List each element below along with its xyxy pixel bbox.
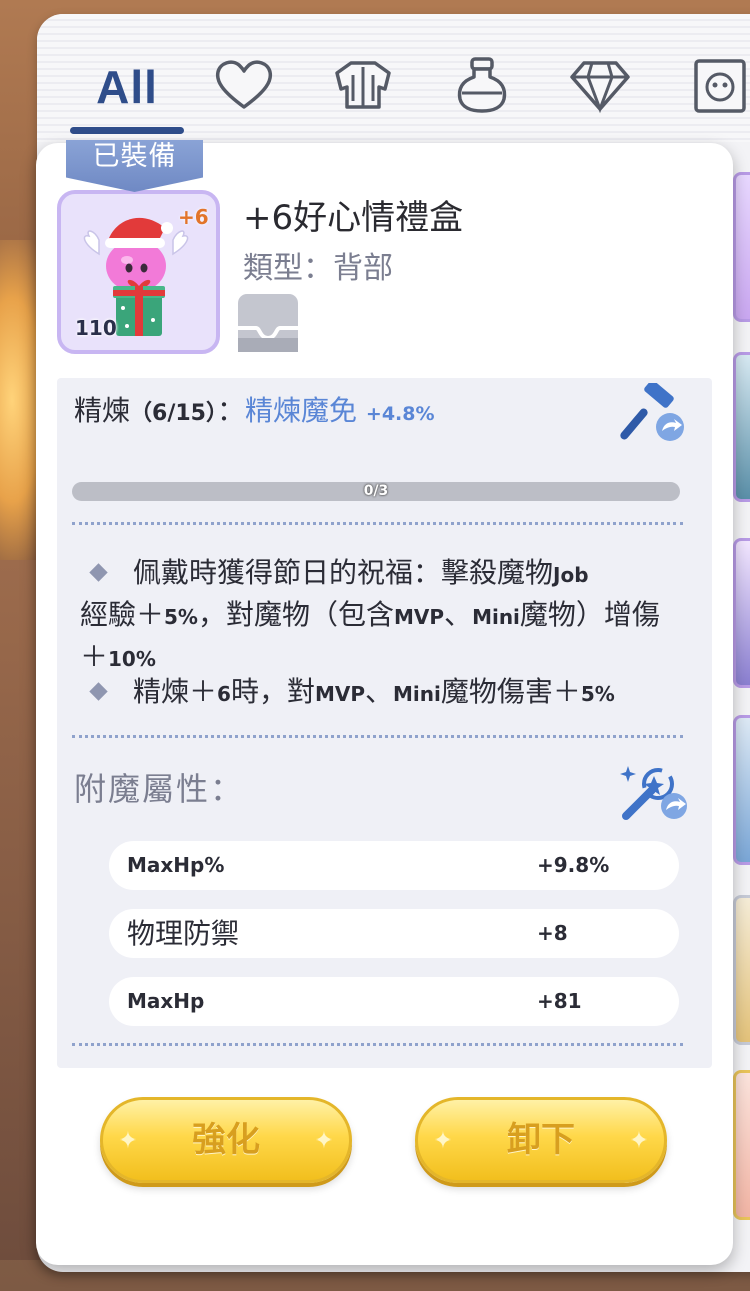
item-name: +6好心情禮盒: [243, 198, 464, 238]
enchant-attribute-value: +81: [537, 989, 582, 1013]
enhance-button[interactable]: ✦ 強化 ✦: [100, 1097, 352, 1183]
bullet-diamond-icon: [89, 562, 108, 582]
refine-stat-name: 精煉魔免: [245, 394, 358, 427]
inventory-slot[interactable]: [733, 715, 750, 865]
refine-colon: ：: [216, 394, 245, 427]
card-icon[interactable]: [690, 55, 750, 115]
effect-text: Mini: [393, 682, 441, 706]
hammer-icon[interactable]: [618, 380, 688, 445]
enhance-button-label: 強化: [192, 1120, 260, 1160]
sparkle-icon: ✦: [314, 1128, 334, 1153]
effect-line-1: 佩戴時獲得節日的祝福：擊殺魔物Job 經驗＋5%，對魔物（包含MVP、Mini魔…: [80, 553, 680, 679]
bullet-diamond-icon: [89, 681, 108, 701]
effect-text: 5%: [164, 605, 198, 629]
refine-label: 精煉: [74, 394, 131, 427]
inventory-slot[interactable]: [733, 1070, 750, 1220]
inventory-slot[interactable]: [733, 895, 750, 1045]
inventory-slot[interactable]: [733, 352, 750, 502]
refine-count: （6/15）: [130, 401, 217, 426]
effect-text: 經驗＋: [80, 598, 165, 631]
inventory-slot[interactable]: [733, 172, 750, 322]
effect-text: 佩戴時獲得節日的祝福：擊殺魔物: [133, 556, 554, 589]
armor-icon[interactable]: [331, 55, 395, 115]
tab-all-underline: [70, 127, 184, 134]
diamond-icon[interactable]: [568, 55, 632, 115]
divider: [72, 1043, 683, 1046]
enchant-attribute-value: +8: [537, 921, 568, 945]
enchant-attribute-row: MaxHp +81: [109, 977, 679, 1026]
unequip-button-label: 卸下: [507, 1120, 575, 1160]
refine-stat-bonus: +4.8%: [365, 403, 435, 425]
item-refine-badge: +6: [178, 205, 209, 229]
effect-text: 精煉＋: [133, 675, 218, 708]
divider: [72, 735, 683, 738]
unequip-button[interactable]: ✦ 卸下 ✦: [415, 1097, 667, 1183]
effect-text: 5%: [580, 682, 615, 706]
refine-progress-bar: 0/3: [72, 482, 680, 501]
heart-icon[interactable]: [212, 55, 276, 115]
enchant-label: 附魔屬性：: [74, 770, 245, 808]
effect-text: MVP: [314, 682, 365, 706]
effect-text: 6: [217, 682, 231, 706]
enchant-attribute-name: MaxHp: [127, 989, 205, 1013]
enchant-attribute-value: +9.8%: [537, 853, 610, 877]
effect-text: 、: [444, 598, 473, 631]
effect-text: 10%: [108, 647, 156, 671]
enchant-wand-icon[interactable]: [618, 760, 690, 824]
effect-text: 魔物傷害＋: [440, 675, 581, 708]
refine-info: 精煉（6/15）：精煉魔免 +4.8%: [74, 389, 435, 429]
effect-line-2: 精煉＋6時，對MVP、Mini魔物傷害＋5%: [80, 672, 680, 714]
effect-text: 時，對: [230, 675, 315, 708]
effect-text: 、: [365, 675, 394, 708]
enchant-attribute-row: 物理防禦 +8: [109, 909, 679, 958]
effect-text: ，對魔物（包含: [197, 598, 394, 631]
refine-progress-text: 0/3: [363, 483, 389, 499]
potion-icon[interactable]: [450, 55, 514, 115]
divider: [72, 522, 683, 525]
sparkle-icon: ✦: [433, 1128, 453, 1153]
sparkle-icon: ✦: [629, 1128, 649, 1153]
empty-card-slot-icon[interactable]: [238, 294, 298, 352]
effect-text: Mini: [472, 605, 520, 629]
tab-all[interactable]: All: [70, 60, 184, 120]
effect-text: Job: [553, 563, 589, 587]
item-type: 類型：背部: [243, 251, 393, 286]
enchant-attribute-name: 物理防禦: [127, 917, 240, 950]
inventory-slot[interactable]: [733, 538, 750, 688]
enchant-attribute-row: MaxHp% +9.8%: [109, 841, 679, 890]
effect-text: MVP: [394, 605, 445, 629]
sparkle-icon: ✦: [118, 1128, 138, 1153]
item-level: 110: [75, 316, 117, 340]
enchant-attribute-name: MaxHp%: [127, 853, 225, 877]
